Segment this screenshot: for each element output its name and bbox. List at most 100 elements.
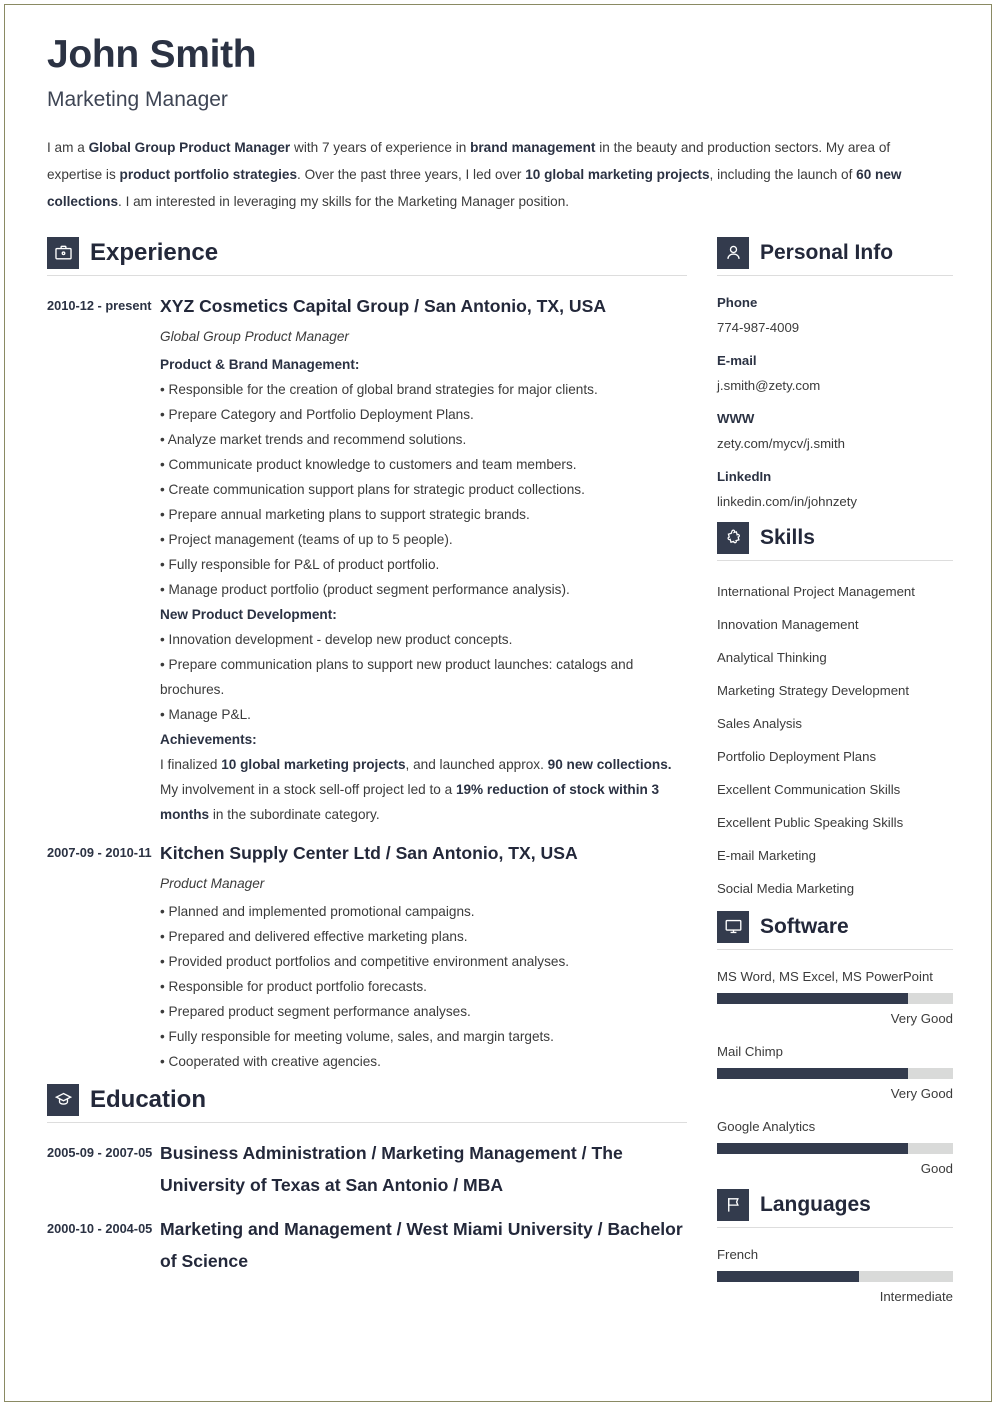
puzzle-piece-icon [717, 521, 749, 554]
software-name: Google Analytics [717, 1118, 816, 1134]
info-label: LinkedIn [717, 468, 772, 484]
personal-info-heading: Personal Info [717, 236, 953, 269]
experience-title: Experience [90, 238, 219, 266]
summary-paragraph: I am a Global Group Product Manager with… [47, 139, 902, 209]
experience-list: 2010-12 - present XYZ Cosmetics Capital G… [47, 290, 687, 1074]
section-experience: Experience 2010-12 - present XYZ Cosmetic… [47, 236, 687, 1074]
job-title: Marketing Manager [47, 87, 228, 111]
software-bar-track [717, 1142, 953, 1154]
experience-entry: 2007-09 - 2010-11 Kitchen Supply Center L… [47, 837, 687, 1074]
section-personal-info: Personal Info Phone 774-987-4009 E-mail j.s… [717, 236, 953, 514]
entry-subtitle: Global Group Product Manager [160, 328, 349, 344]
language-bar-track [717, 1270, 953, 1282]
bullet-item: • Responsible for product portfolio fore… [160, 978, 427, 994]
resume-page-frame: John Smith Marketing Manager I am a Glob… [4, 4, 992, 1402]
software-bar-fill [717, 1067, 909, 1079]
briefcase-icon [47, 236, 79, 269]
education-entry: 2000-10 - 2004-05 Marketing and Managemen… [47, 1213, 687, 1279]
personal-info-divider [717, 274, 953, 276]
software-item: Mail Chimp Very Good [717, 1039, 953, 1106]
bullet-item: • Create communication support plans for… [160, 481, 585, 497]
main-column: Experience 2010-12 - present XYZ Cosmetic… [47, 236, 687, 1289]
personal-info-list: Phone 774-987-4009 E-mail j.smith@zety.com W… [717, 290, 953, 514]
achievements-label: Achievements: [160, 731, 257, 747]
bullet-item: • Planned and implemented promotional ca… [160, 903, 475, 919]
resume-columns: Experience 2010-12 - present XYZ Cosmetic… [47, 236, 953, 1317]
entry-body: Marketing and Management / West Miami Un… [160, 1213, 687, 1279]
education-title: Education [90, 1085, 207, 1113]
software-item: MS Word, MS Excel, MS PowerPoint Very Goo… [717, 964, 953, 1031]
skill-item: Innovation Management [717, 616, 859, 632]
bullet-item: • Project management (teams of up to 5 p… [160, 531, 453, 547]
info-value: linkedin.com/in/johnzety [717, 493, 858, 509]
entry-date: 2005-09 - 2007-05 [47, 1144, 153, 1160]
language-bar-fill [717, 1270, 859, 1282]
experience-divider [47, 274, 687, 276]
section-languages: Languages French Intermediate [717, 1188, 953, 1309]
flag-icon [717, 1188, 749, 1221]
monitor-icon [717, 910, 749, 943]
sidebar-column: Personal Info Phone 774-987-4009 E-mail j.s… [717, 236, 953, 1317]
software-level: Good [920, 1160, 953, 1176]
user-icon [717, 236, 749, 269]
skill-item: Marketing Strategy Development [717, 682, 910, 698]
entry-subtitle: Product Manager [160, 875, 265, 891]
languages-title: Languages [760, 1192, 871, 1216]
experience-heading: Experience [47, 236, 687, 269]
education-divider [47, 1121, 687, 1123]
entry-date: 2000-10 - 2004-05 [47, 1220, 153, 1236]
bullet-item: • Analyze market trends and recommend so… [160, 431, 467, 447]
info-value: zety.com/mycv/j.smith [717, 435, 845, 451]
skill-item: Analytical Thinking [717, 649, 827, 665]
software-level: Very Good [890, 1010, 953, 1026]
education-entry: 2005-09 - 2007-05 Business Administration… [47, 1137, 687, 1203]
skill-item: International Project Management [717, 583, 915, 599]
entry-body: Kitchen Supply Center Ltd / San Antonio,… [160, 837, 687, 1074]
bullet-item: • Prepare communication plans to support… [160, 656, 634, 697]
bullet-item: • Responsible for the creation of global… [160, 381, 598, 397]
entry-body: XYZ Cosmetics Capital Group / San Antoni… [160, 290, 687, 827]
skill-item: Excellent Public Speaking Skills [717, 814, 904, 830]
entry-date: 2007-09 - 2010-11 [47, 844, 152, 860]
software-heading: Software [717, 910, 953, 943]
languages-list: French Intermediate [717, 1242, 953, 1309]
languages-heading: Languages [717, 1188, 953, 1221]
language-item: French Intermediate [717, 1242, 953, 1309]
resume-page: John Smith Marketing Manager I am a Glob… [7, 7, 989, 1399]
entry-date: 2010-12 - present [47, 297, 152, 313]
software-title: Software [760, 914, 849, 938]
personal-info-title: Personal Info [760, 240, 894, 264]
bullet-item: • Manage P&L. [160, 706, 251, 722]
page-title: John Smith [47, 33, 257, 76]
graduation-cap-icon [47, 1083, 79, 1116]
bullet-group-label: New Product Development: [160, 606, 337, 622]
section-software: Software MS Word, MS Excel, MS PowerPoin… [717, 910, 953, 1181]
skill-item: Portfolio Deployment Plans [717, 748, 877, 764]
skills-divider [717, 559, 953, 561]
skills-heading: Skills [717, 521, 953, 554]
software-bar-track [717, 1067, 953, 1079]
bullet-item: • Communicate product knowledge to custo… [160, 456, 577, 472]
languages-divider [717, 1226, 953, 1228]
info-label: WWW [717, 410, 755, 426]
software-list: MS Word, MS Excel, MS PowerPoint Very Goo… [717, 964, 953, 1181]
bullet-item: • Fully responsible for P&L of product p… [160, 556, 440, 572]
achievement-line: I finalized 10 global marketing projects… [160, 756, 672, 772]
bullet-item: • Innovation development - develop new p… [160, 631, 513, 647]
software-bar-fill [717, 992, 909, 1004]
entry-title: Marketing and Management / West Miami Un… [160, 1218, 683, 1271]
software-level: Very Good [890, 1085, 953, 1101]
language-name: French [717, 1246, 759, 1262]
bullet-group-label: Product & Brand Management: [160, 356, 360, 372]
bullet-item: • Prepare Category and Portfolio Deploym… [160, 406, 474, 422]
entry-title: Kitchen Supply Center Ltd / San Antonio,… [160, 842, 578, 863]
info-label: E-mail [717, 352, 757, 368]
info-value: 774-987-4009 [717, 319, 800, 335]
software-name: MS Word, MS Excel, MS PowerPoint [717, 968, 933, 984]
bullet-item: • Prepared product segment performance a… [160, 1003, 471, 1019]
software-divider [717, 948, 953, 950]
software-name: Mail Chimp [717, 1043, 783, 1059]
software-bar-track [717, 992, 953, 1004]
education-heading: Education [47, 1083, 687, 1116]
skill-item: E-mail Marketing [717, 847, 816, 863]
